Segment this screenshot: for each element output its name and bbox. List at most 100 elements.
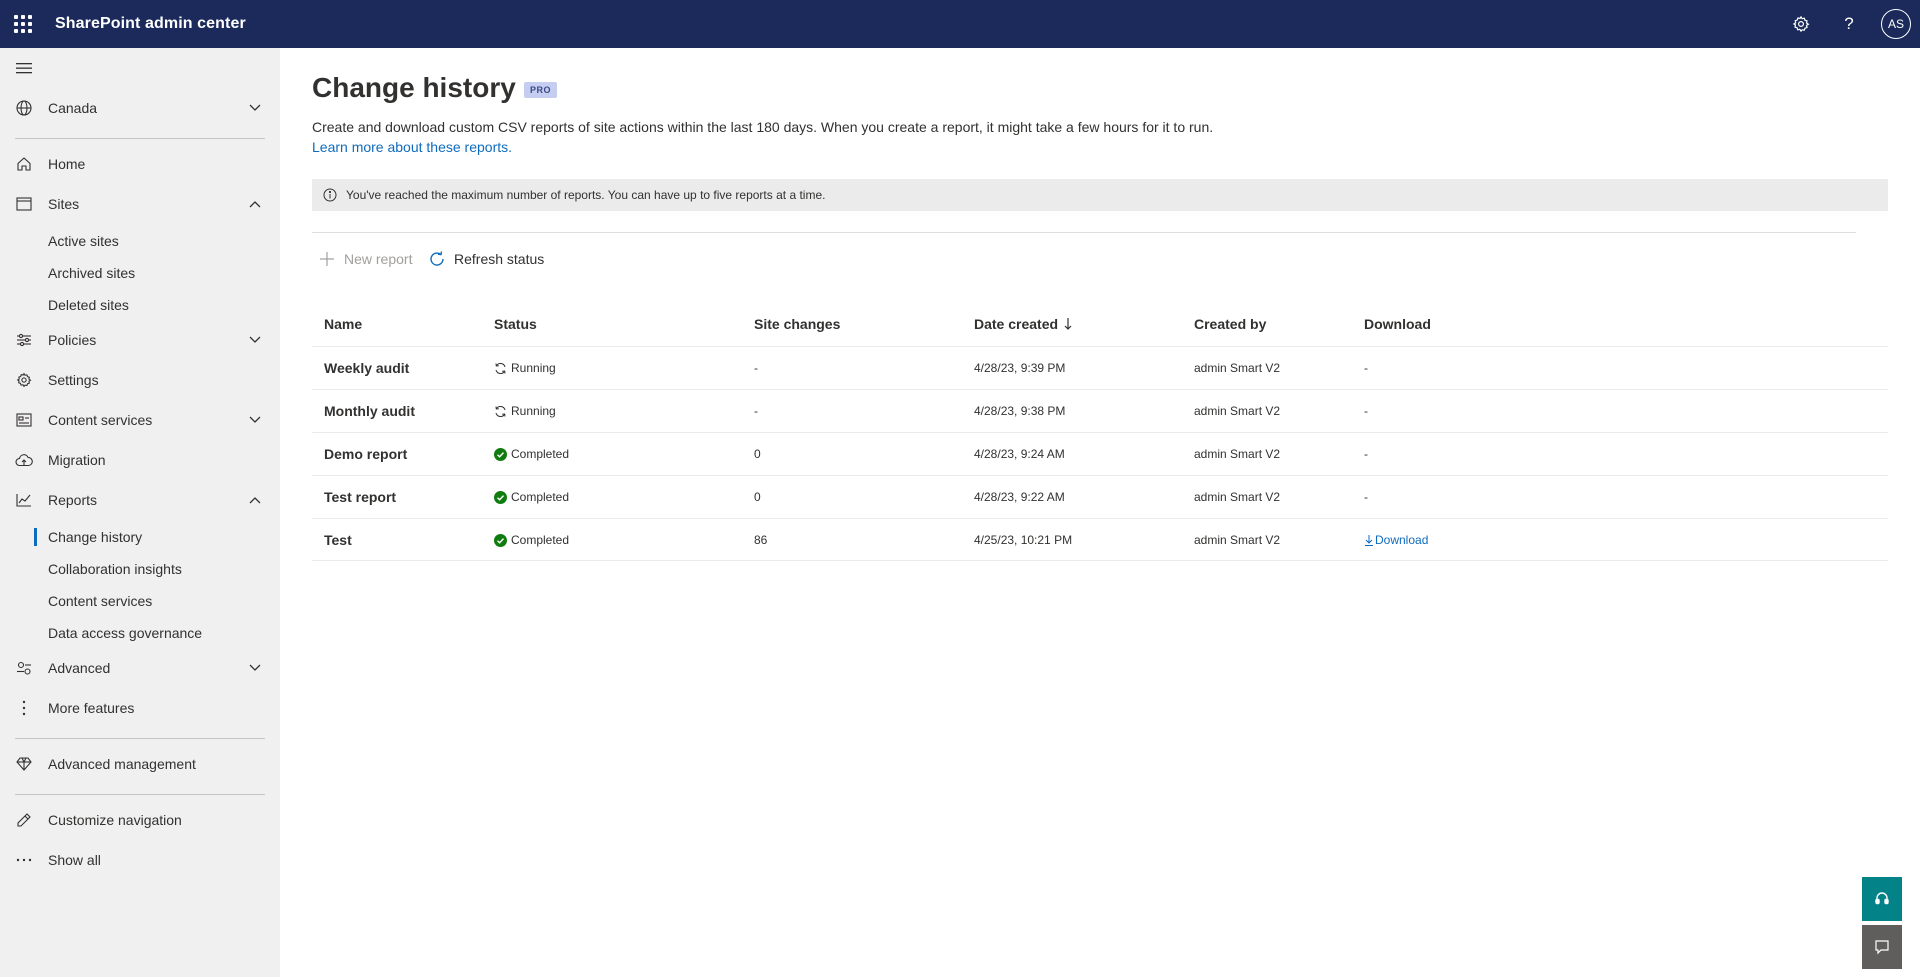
- sidebar-item-label: Settings: [48, 372, 99, 388]
- sidebar-item-advanced-management[interactable]: Advanced management: [0, 746, 280, 782]
- report-name[interactable]: Weekly audit: [324, 347, 409, 389]
- feedback-button[interactable]: [1862, 925, 1902, 969]
- sidebar-item-label: Customize navigation: [48, 812, 182, 828]
- new-report-button[interactable]: New report: [318, 243, 412, 275]
- site-changes-cell: 0: [754, 447, 761, 461]
- table-row[interactable]: Weekly audit Running - 4/28/23, 9:39 PM admi…: [312, 346, 1888, 389]
- gear-icon: [15, 371, 33, 389]
- check-circle-icon: [494, 533, 507, 547]
- date-created-cell: 4/28/23, 9:39 PM: [974, 361, 1066, 375]
- sidebar-item-label: Policies: [48, 332, 97, 348]
- sidebar-item-label: Migration: [48, 452, 106, 468]
- sidebar-item-customize-navigation[interactable]: Customize navigation: [0, 802, 280, 838]
- chevron-down-icon: [248, 413, 262, 427]
- site-changes-cell: 86: [754, 533, 768, 547]
- sidebar-item-archived-sites[interactable]: Archived sites: [0, 258, 280, 288]
- sidebar-item-label: Content services: [48, 412, 153, 428]
- sidebar-item-more-features[interactable]: More features: [0, 690, 280, 726]
- help-button[interactable]: ?: [1825, 0, 1873, 48]
- sidebar-item-label: Archived sites: [48, 265, 136, 281]
- sidebar-item-change-history[interactable]: Change history: [0, 522, 280, 552]
- column-header-name[interactable]: Name: [324, 316, 362, 332]
- nav-divider: [15, 138, 265, 139]
- download-link[interactable]: Download: [1364, 533, 1428, 547]
- sidebar-item-show-all[interactable]: Show all: [0, 842, 280, 878]
- sidebar-item-sites[interactable]: Sites: [0, 186, 280, 222]
- column-header-site-changes[interactable]: Site changes: [754, 316, 840, 332]
- sidebar-item-advanced[interactable]: Advanced: [0, 650, 280, 686]
- info-banner: You've reached the maximum number of rep…: [312, 179, 1888, 211]
- pro-badge: PRO: [524, 82, 558, 98]
- help-support-button[interactable]: [1862, 877, 1902, 921]
- sidebar-item-home[interactable]: Home: [0, 146, 280, 182]
- sidebar-item-deleted-sites[interactable]: Deleted sites: [0, 290, 280, 320]
- learn-more-link[interactable]: Learn more about these reports.: [312, 139, 512, 155]
- avatar[interactable]: AS: [1881, 9, 1911, 39]
- column-header-status[interactable]: Status: [494, 316, 537, 332]
- report-name[interactable]: Test report: [324, 476, 396, 518]
- site-changes-cell: -: [754, 361, 758, 375]
- policies-icon: [15, 331, 33, 349]
- sidebar-item-content-services[interactable]: Content services: [0, 402, 280, 438]
- nav-divider: [15, 794, 265, 795]
- question-icon: ?: [1844, 14, 1854, 33]
- settings-button[interactable]: [1777, 0, 1825, 48]
- chat-icon: [1875, 940, 1889, 955]
- column-header-download[interactable]: Download: [1364, 316, 1431, 332]
- sidebar-item-label: Show all: [48, 852, 101, 868]
- table-row[interactable]: Monthly audit Running - 4/28/23, 9:38 PM adm…: [312, 389, 1888, 432]
- status-cell: Running: [494, 347, 556, 389]
- column-header-created-by[interactable]: Created by: [1194, 316, 1266, 332]
- sidebar-item-label: Data access governance: [48, 625, 203, 641]
- sidebar-item-migration[interactable]: Migration: [0, 442, 280, 478]
- created-by-cell: admin Smart V2: [1194, 490, 1281, 504]
- report-name[interactable]: Test: [324, 519, 352, 561]
- app-launcher-button[interactable]: [0, 0, 46, 48]
- column-header-date-created[interactable]: Date created: [974, 316, 1072, 332]
- sidebar-item-content-services-report[interactable]: Content services: [0, 586, 280, 616]
- site-changes-cell: 0: [754, 490, 761, 504]
- site-changes-cell: -: [754, 404, 758, 418]
- more-vertical-icon: [15, 699, 33, 717]
- sidebar-item-label: Active sites: [48, 233, 119, 249]
- collapse-nav-button[interactable]: [0, 50, 280, 86]
- app-title[interactable]: SharePoint admin center: [55, 15, 246, 33]
- sidebar-item-policies[interactable]: Policies: [0, 322, 280, 358]
- sidebar-item-settings[interactable]: Settings: [0, 362, 280, 398]
- cloud-upload-icon: [15, 451, 33, 469]
- sidebar-item-label: Advanced management: [48, 756, 196, 772]
- nav-divider: [15, 738, 265, 739]
- table-row[interactable]: Test report Completed 0 4/28/23, 9:22 AM adm…: [312, 475, 1888, 518]
- report-name[interactable]: Demo report: [324, 433, 407, 475]
- check-circle-icon: [494, 447, 507, 461]
- download-cell: -: [1364, 447, 1368, 461]
- home-icon: [15, 155, 33, 173]
- sidebar-item-label: Collaboration insights: [48, 561, 182, 577]
- sidebar-item-data-access-governance[interactable]: Data access governance: [0, 618, 280, 648]
- status-label: Completed: [511, 533, 570, 547]
- column-header-label: Date created: [974, 316, 1059, 332]
- sidebar-item-label: Canada: [48, 100, 98, 116]
- chevron-up-icon: [248, 197, 262, 211]
- sidebar-item-active-sites[interactable]: Active sites: [0, 226, 280, 256]
- sidebar-item-label: Reports: [48, 492, 98, 508]
- sites-icon: [15, 195, 33, 213]
- created-by-cell: admin Smart V2: [1194, 361, 1281, 375]
- page-description: Create and download custom CSV reports o…: [312, 119, 1214, 135]
- refresh-icon: [428, 250, 446, 268]
- sidebar-item-collaboration-insights[interactable]: Collaboration insights: [0, 554, 280, 584]
- date-created-cell: 4/28/23, 9:38 PM: [974, 404, 1066, 418]
- left-navigation: Canada Home Sites Active sites Archived …: [0, 48, 280, 977]
- report-name[interactable]: Monthly audit: [324, 390, 415, 432]
- sidebar-item-geo[interactable]: Canada: [0, 90, 280, 126]
- chevron-down-icon: [248, 661, 262, 675]
- created-by-cell: admin Smart V2: [1194, 447, 1281, 461]
- table-row[interactable]: Test Completed 86 4/25/23, 10:21 PM admin Sm…: [312, 518, 1888, 561]
- table-row[interactable]: Demo report Completed 0 4/28/23, 9:24 AM adm…: [312, 432, 1888, 475]
- download-cell: -: [1364, 361, 1368, 375]
- status-cell: Completed: [494, 433, 569, 475]
- sidebar-item-reports[interactable]: Reports: [0, 482, 280, 518]
- refresh-status-button[interactable]: Refresh status: [428, 243, 544, 275]
- chevron-down-icon: [248, 333, 262, 347]
- more-horizontal-icon: [15, 851, 33, 869]
